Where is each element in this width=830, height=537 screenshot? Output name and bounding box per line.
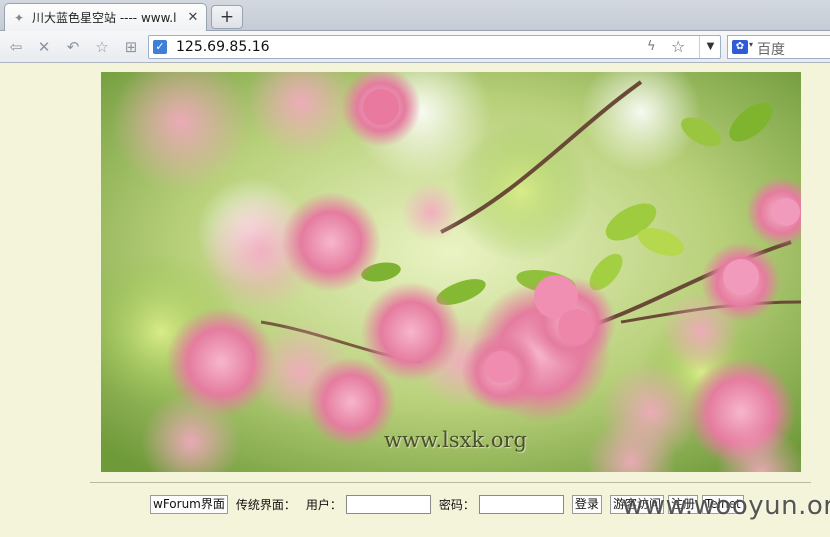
address-bar[interactable]: ✓ 125.69.85.16 ϟ ☆ ▼ bbox=[148, 35, 721, 59]
baidu-icon: ✿ bbox=[732, 40, 748, 54]
star-icon[interactable]: ☆ bbox=[92, 37, 112, 57]
undo-icon[interactable]: ↶ bbox=[63, 37, 83, 57]
login-button[interactable]: 登录 bbox=[571, 494, 602, 514]
back-icon[interactable]: ⇦ bbox=[6, 37, 26, 57]
password-label: 密码： bbox=[438, 497, 475, 512]
close-icon[interactable]: ✕ bbox=[186, 10, 200, 25]
browser-tab[interactable]: ✦ 川大蓝色星空站 ---- www.l ✕ bbox=[4, 3, 207, 31]
username-input[interactable] bbox=[345, 494, 431, 514]
plus-icon: + bbox=[219, 7, 235, 27]
shield-icon: ✓ bbox=[153, 40, 167, 54]
address-url[interactable]: 125.69.85.16 bbox=[176, 39, 270, 55]
new-tab-button[interactable]: + bbox=[211, 5, 243, 29]
cherry-blossom-photo bbox=[101, 72, 801, 472]
stop-icon[interactable]: ✕ bbox=[34, 37, 54, 57]
tab-strip: ✦ 川大蓝色星空站 ---- www.l ✕ + bbox=[0, 0, 830, 31]
wooyun-watermark: www.wooyun.org bbox=[622, 491, 830, 521]
divider bbox=[90, 482, 811, 483]
bookmark-star-icon[interactable]: ☆ bbox=[671, 37, 685, 56]
user-label: 用户： bbox=[305, 497, 342, 512]
browser-toolbar: ⇦ ✕ ↶ ☆ ⊞ ✓ 125.69.85.16 ϟ ☆ ▼ ✿ ▾ 百度 bbox=[0, 31, 830, 63]
search-box[interactable]: ✿ ▾ 百度 bbox=[727, 35, 830, 59]
tab-favicon-icon: ✦ bbox=[13, 10, 25, 25]
tab-title: 川大蓝色星空站 ---- www.l bbox=[32, 11, 177, 25]
hero-watermark: www.lsxk.org bbox=[384, 428, 527, 452]
hero-image: www.lsxk.org bbox=[101, 72, 801, 472]
password-input[interactable] bbox=[478, 494, 564, 514]
chevron-down-icon[interactable]: ▼ bbox=[699, 36, 721, 58]
search-placeholder: 百度 bbox=[757, 42, 785, 58]
grid-icon[interactable]: ⊞ bbox=[121, 37, 141, 57]
bolt-icon[interactable]: ϟ bbox=[647, 39, 656, 54]
search-engine-dropdown-icon[interactable]: ▾ bbox=[749, 40, 753, 49]
classic-label: 传统界面： bbox=[235, 497, 296, 512]
wforum-button[interactable]: wForum界面 bbox=[150, 494, 228, 514]
